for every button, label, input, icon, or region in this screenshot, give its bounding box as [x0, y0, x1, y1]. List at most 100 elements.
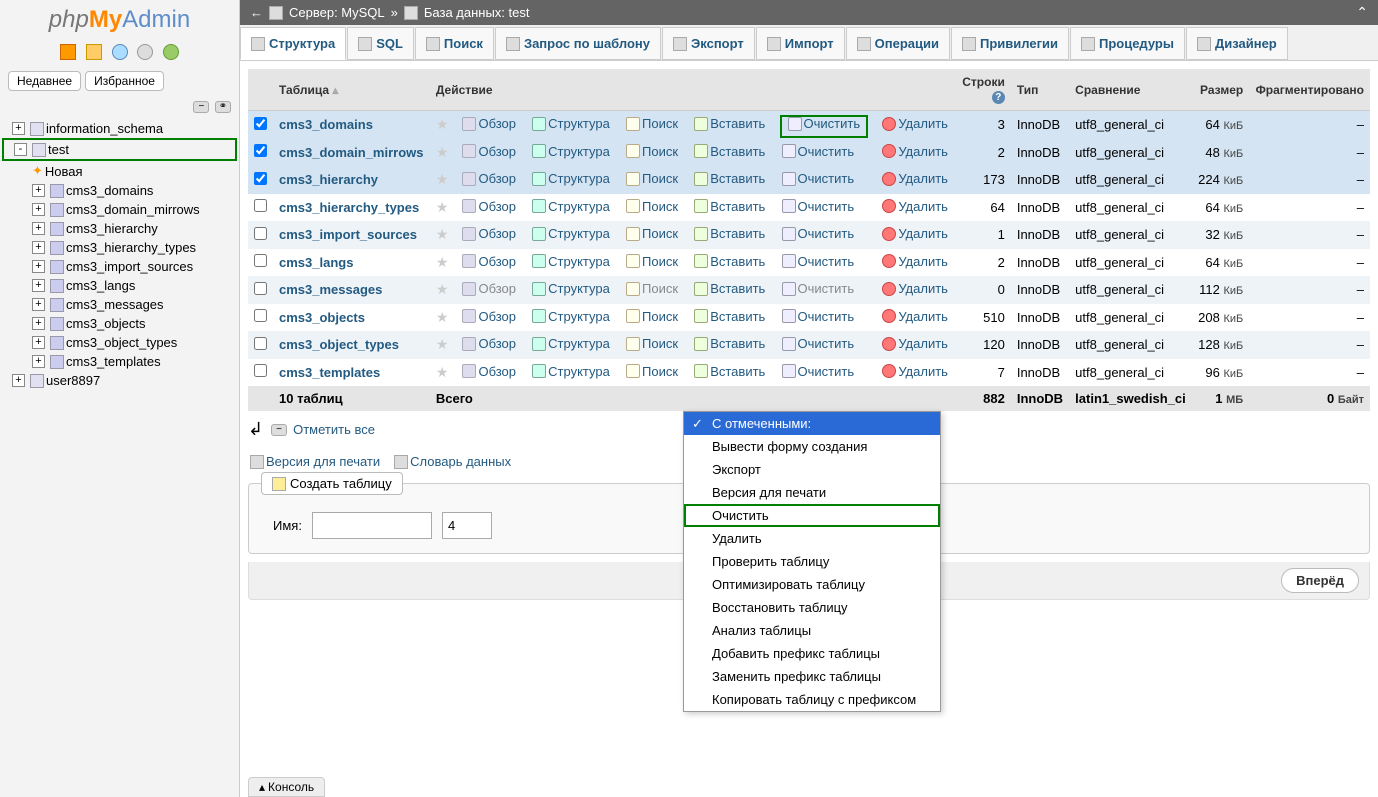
collapse-top-icon[interactable]: ⌃: [1356, 4, 1368, 21]
favorite-star-icon[interactable]: ★: [436, 199, 449, 215]
table-name-link[interactable]: cms3_domains: [279, 117, 373, 132]
tab-Запрос по шаблону[interactable]: Запрос по шаблону: [495, 27, 661, 60]
tab-Привилегии[interactable]: Привилегии: [951, 27, 1069, 60]
dropdown-option[interactable]: Версия для печати: [684, 481, 940, 504]
logo[interactable]: phpMyAdmin: [0, 0, 239, 40]
insert-link[interactable]: Вставить: [692, 254, 767, 269]
collapse-all-icon[interactable]: −: [193, 101, 209, 113]
structure-link[interactable]: Структура: [530, 144, 612, 159]
insert-link[interactable]: Вставить: [692, 199, 767, 214]
favorite-star-icon[interactable]: ★: [436, 336, 449, 352]
col-type[interactable]: Тип: [1011, 69, 1069, 111]
search-link[interactable]: Поиск: [624, 254, 680, 269]
empty-link[interactable]: Очистить: [780, 144, 857, 159]
insert-link[interactable]: Вставить: [692, 171, 767, 186]
dropdown-option[interactable]: Восстановить таблицу: [684, 596, 940, 619]
row-checkbox[interactable]: [254, 227, 267, 240]
tab-Структура[interactable]: Структура: [240, 27, 346, 60]
empty-link[interactable]: Очистить: [780, 171, 857, 186]
dropdown-option[interactable]: Заменить префикс таблицы: [684, 665, 940, 688]
home-icon[interactable]: [60, 44, 76, 60]
dropdown-option[interactable]: Очистить: [684, 504, 940, 527]
browse-link[interactable]: Обзор: [460, 171, 518, 186]
drop-link[interactable]: Удалить: [880, 364, 950, 379]
empty-link[interactable]: Очистить: [780, 226, 857, 241]
link-icon[interactable]: ⚭: [215, 101, 231, 113]
table-name-link[interactable]: cms3_templates: [279, 365, 380, 380]
search-link[interactable]: Поиск: [624, 309, 680, 324]
browse-link[interactable]: Обзор: [460, 116, 518, 131]
structure-link[interactable]: Структура: [530, 171, 612, 186]
browse-link[interactable]: Обзор: [460, 226, 518, 241]
favorite-star-icon[interactable]: ★: [436, 254, 449, 270]
dropdown-option[interactable]: Вывести форму создания: [684, 435, 940, 458]
row-checkbox[interactable]: [254, 282, 267, 295]
insert-link[interactable]: Вставить: [692, 144, 767, 159]
favorite-star-icon[interactable]: ★: [436, 144, 449, 160]
row-checkbox[interactable]: [254, 172, 267, 185]
row-checkbox[interactable]: [254, 144, 267, 157]
col-table[interactable]: Таблица ▴: [273, 69, 430, 111]
back-arrow-icon[interactable]: ←: [250, 5, 263, 20]
structure-link[interactable]: Структура: [530, 226, 612, 241]
expand-icon[interactable]: +: [32, 298, 45, 311]
docs-icon[interactable]: [112, 44, 128, 60]
dropdown-option[interactable]: Анализ таблицы: [684, 619, 940, 642]
expand-icon[interactable]: +: [32, 222, 45, 235]
logout-icon[interactable]: [86, 44, 102, 60]
drop-link[interactable]: Удалить: [880, 309, 950, 324]
col-size[interactable]: Размер: [1192, 69, 1249, 111]
tree-item-cms3_hierarchy[interactable]: + cms3_hierarchy: [2, 219, 237, 238]
tree-item-test[interactable]: - test: [2, 138, 237, 161]
tree-item-cms3_messages[interactable]: + cms3_messages: [2, 295, 237, 314]
search-link[interactable]: Поиск: [624, 226, 680, 241]
dropdown-option[interactable]: Удалить: [684, 527, 940, 550]
search-link[interactable]: Поиск: [624, 144, 680, 159]
browse-link[interactable]: Обзор: [460, 144, 518, 159]
expand-icon[interactable]: +: [32, 279, 45, 292]
table-name-link[interactable]: cms3_objects: [279, 310, 365, 325]
favorite-star-icon[interactable]: ★: [436, 116, 449, 132]
expand-icon[interactable]: +: [32, 260, 45, 273]
console-toggle[interactable]: ▴Консоль: [248, 777, 325, 797]
drop-link[interactable]: Удалить: [880, 199, 950, 214]
tree-item-cms3_langs[interactable]: + cms3_langs: [2, 276, 237, 295]
row-checkbox[interactable]: [254, 364, 267, 377]
expand-icon[interactable]: +: [32, 241, 45, 254]
dropdown-option[interactable]: Копировать таблицу с префиксом: [684, 688, 940, 711]
expand-icon[interactable]: +: [32, 203, 45, 216]
drop-link[interactable]: Удалить: [880, 116, 950, 131]
drop-link[interactable]: Удалить: [880, 144, 950, 159]
browse-link[interactable]: Обзор: [460, 336, 518, 351]
dropdown-option[interactable]: Экспорт: [684, 458, 940, 481]
drop-link[interactable]: Удалить: [880, 171, 950, 186]
tree-item-cms3_object_types[interactable]: + cms3_object_types: [2, 333, 237, 352]
table-name-link[interactable]: cms3_hierarchy: [279, 172, 378, 187]
table-name-link[interactable]: cms3_import_sources: [279, 227, 417, 242]
insert-link[interactable]: Вставить: [692, 226, 767, 241]
insert-link[interactable]: Вставить: [692, 336, 767, 351]
expand-icon[interactable]: -: [14, 143, 27, 156]
expand-icon[interactable]: +: [12, 374, 25, 387]
favorite-star-icon[interactable]: ★: [436, 226, 449, 242]
insert-link[interactable]: Вставить: [692, 116, 767, 131]
expand-icon[interactable]: +: [12, 122, 25, 135]
drop-link[interactable]: Удалить: [880, 254, 950, 269]
tree-item-cms3_import_sources[interactable]: + cms3_import_sources: [2, 257, 237, 276]
tree-item-cms3_domains[interactable]: + cms3_domains: [2, 181, 237, 200]
favorite-star-icon[interactable]: ★: [436, 171, 449, 187]
search-link[interactable]: Поиск: [624, 171, 680, 186]
uncheck-icon[interactable]: −: [271, 424, 287, 436]
col-collation[interactable]: Сравнение: [1069, 69, 1192, 111]
browse-link[interactable]: Обзор: [460, 199, 518, 214]
browse-link[interactable]: Обзор: [460, 281, 518, 296]
insert-link[interactable]: Вставить: [692, 309, 767, 324]
print-view-link[interactable]: Версия для печати: [248, 454, 382, 469]
search-link[interactable]: Поиск: [624, 199, 680, 214]
breadcrumb-server[interactable]: Сервер: MySQL: [289, 5, 385, 20]
tree-item-cms3_objects[interactable]: + cms3_objects: [2, 314, 237, 333]
structure-link[interactable]: Структура: [530, 254, 612, 269]
browse-link[interactable]: Обзор: [460, 309, 518, 324]
tab-Процедуры[interactable]: Процедуры: [1070, 27, 1185, 60]
tab-SQL[interactable]: SQL: [347, 27, 414, 60]
